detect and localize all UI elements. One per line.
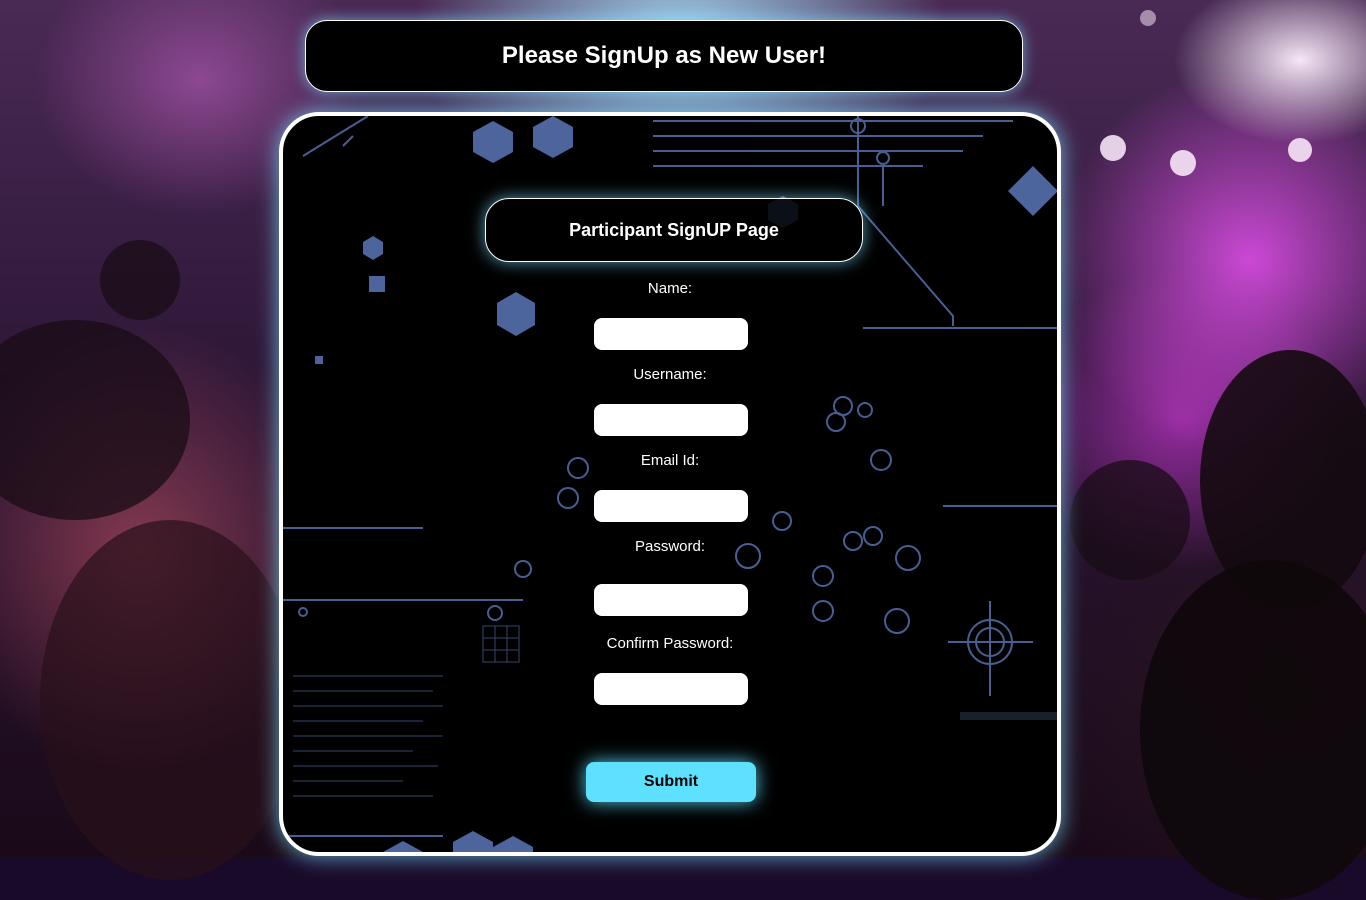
password-field[interactable] <box>594 584 748 616</box>
username-field[interactable] <box>594 404 748 436</box>
name-label: Name: <box>647 280 693 297</box>
header-banner: Please SignUp as New User! <box>305 20 1023 92</box>
signup-panel: Participant SignUP Page Name: Username: … <box>279 112 1061 856</box>
confirm-password-field[interactable] <box>594 673 748 705</box>
confirm-password-label: Confirm Password: <box>606 635 734 652</box>
form-title-box: Participant SignUP Page <box>485 198 863 262</box>
form-title: Participant SignUP Page <box>569 219 779 240</box>
submit-button[interactable]: Submit <box>586 762 756 802</box>
email-field[interactable] <box>594 490 748 522</box>
email-label: Email Id: <box>640 452 700 469</box>
page-heading: Please SignUp as New User! <box>501 42 827 69</box>
password-label: Password: <box>634 538 706 555</box>
username-label: Username: <box>633 366 707 383</box>
name-field[interactable] <box>594 318 748 350</box>
